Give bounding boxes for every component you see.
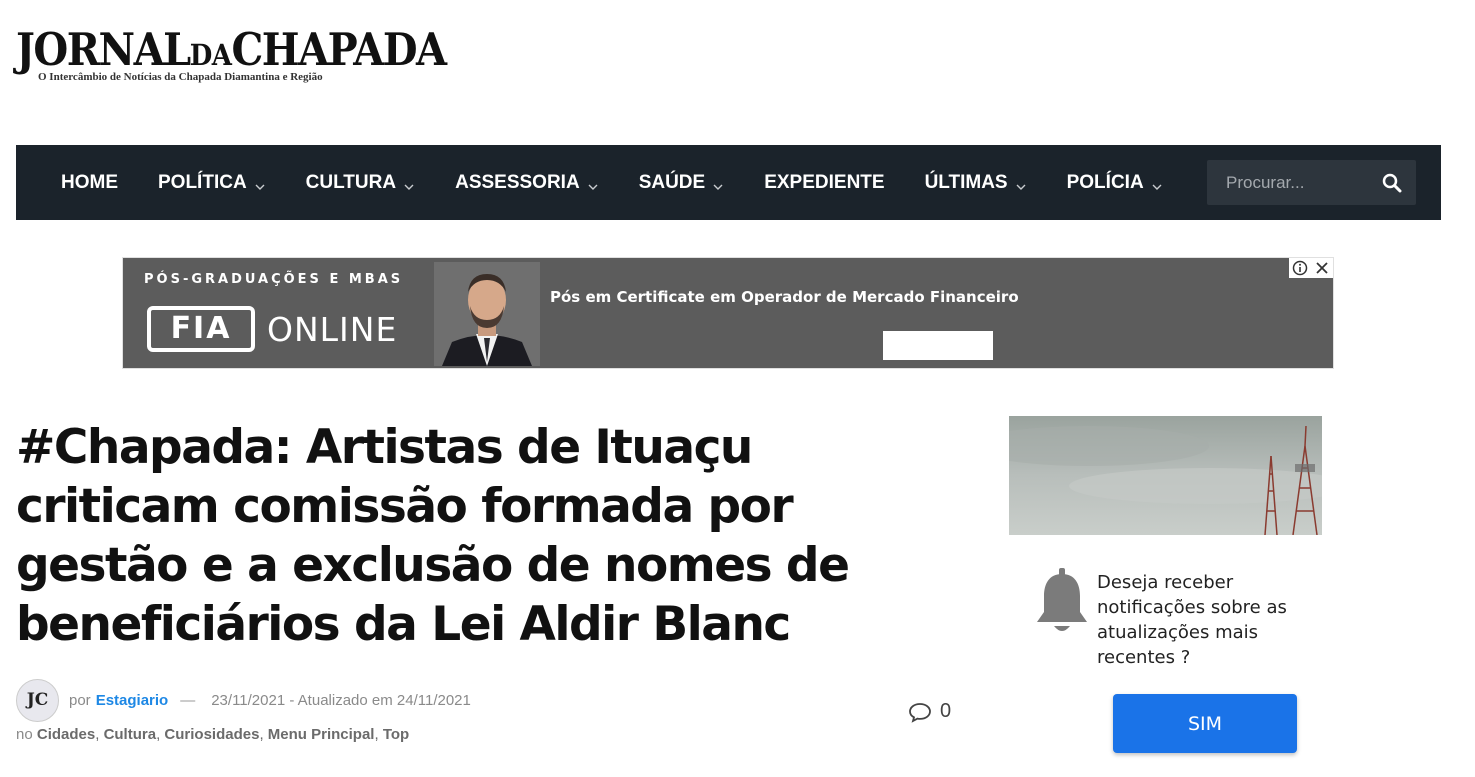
chevron-down-icon <box>1151 177 1163 190</box>
info-icon[interactable] <box>1289 258 1311 278</box>
nav-item-home[interactable]: HOME <box>61 172 118 194</box>
search-box <box>1207 160 1416 205</box>
nav-item-expediente[interactable]: EXPEDIENTE <box>764 172 884 194</box>
ad-brand-box: FIA <box>147 306 255 352</box>
category-link[interactable]: Curiosidades <box>164 726 259 743</box>
nav-item-label: EXPEDIENTE <box>764 171 885 193</box>
nav-item-label: POLÍTICA <box>158 171 247 193</box>
ad-brand-logo: FIA ONLINE <box>147 306 397 352</box>
by-label: por <box>69 691 91 709</box>
category-link[interactable]: Top <box>383 726 409 743</box>
author-avatar[interactable]: JC <box>16 678 59 722</box>
ad-cta-button[interactable] <box>883 331 993 360</box>
search-icon[interactable] <box>1382 173 1402 193</box>
logo-word-da: DA <box>189 39 232 74</box>
nav-menu: HOME POLÍTICA CULTURA ASSESSORIA SAÚDE EXPEDI… <box>61 145 1203 220</box>
ad-brand-online: ONLINE <box>267 309 398 349</box>
comments-count[interactable]: 0 <box>908 700 951 723</box>
nav-item-label: ASSESSORIA <box>455 171 580 193</box>
comment-count: 0 <box>940 700 952 722</box>
ad-top-text: PÓS-GRADUAÇÕES E MBAS <box>144 272 404 287</box>
nav-item-policia[interactable]: POLÍCIA <box>1067 172 1163 194</box>
chevron-down-icon <box>587 177 599 190</box>
nav-item-label: ÚLTIMAS <box>924 171 1008 193</box>
nav-item-label: SAÚDE <box>638 171 706 193</box>
category-link[interactable]: Cultura <box>104 726 157 743</box>
site-logo[interactable]: JORNALDACHAPADA O Intercâmbio de Notícia… <box>16 23 447 88</box>
close-icon[interactable] <box>1311 258 1333 278</box>
nav-item-label: HOME <box>61 171 118 193</box>
chevron-down-icon <box>712 177 724 190</box>
logo-word-jornal: JORNAL <box>16 23 191 77</box>
chevron-down-icon <box>254 177 266 190</box>
nav-item-saude[interactable]: SAÚDE <box>639 172 725 194</box>
search-input[interactable] <box>1207 160 1372 205</box>
bell-icon <box>1033 568 1091 636</box>
ad-headline[interactable]: Pós em Certificate em Operador de Mercad… <box>550 288 1019 306</box>
nav-item-ultimas[interactable]: ÚLTIMAS <box>925 172 1027 194</box>
sidebar-image[interactable] <box>1009 416 1322 535</box>
ad-person-photo <box>434 262 540 366</box>
article-categories: no Cidades, Cultura, Curiosidades, Menu … <box>16 726 410 743</box>
ad-controls <box>1289 258 1333 278</box>
main-navigation: HOME POLÍTICA CULTURA ASSESSORIA SAÚDE EXPEDI… <box>16 145 1441 220</box>
nav-item-label: POLÍCIA <box>1066 171 1144 193</box>
article-date: 23/11/2021 - Atualizado em 24/11/2021 <box>211 691 471 709</box>
notification-yes-button[interactable]: SIM <box>1113 694 1297 753</box>
logo-tagline: O Intercâmbio de Notícias da Chapada Dia… <box>38 71 323 83</box>
comment-icon <box>909 702 931 723</box>
article-title: #Chapada: Artistas de Ituaçu criticam co… <box>16 420 850 652</box>
author-link[interactable]: Estagiario <box>96 692 169 709</box>
chevron-down-icon <box>1015 177 1027 190</box>
category-link[interactable]: Cidades <box>37 726 95 743</box>
nav-item-label: CULTURA <box>305 171 397 193</box>
article-meta: JC por Estagiario — 23/11/2021 - Atualiz… <box>16 678 471 722</box>
categories-prefix: no <box>16 726 33 743</box>
notification-prompt: Deseja receber notificações sobre as atu… <box>1097 572 1287 668</box>
advertisement-banner[interactable]: PÓS-GRADUAÇÕES E MBAS FIA ONLINE Pós em … <box>122 257 1334 369</box>
category-link[interactable]: Menu Principal <box>268 726 375 743</box>
chevron-down-icon <box>403 177 415 190</box>
nav-item-politica[interactable]: POLÍTICA <box>158 172 266 194</box>
meta-separator: — <box>180 691 196 709</box>
nav-item-cultura[interactable]: CULTURA <box>306 172 415 194</box>
nav-item-assessoria[interactable]: ASSESSORIA <box>455 172 599 194</box>
logo-word-chapada: CHAPADA <box>231 23 447 77</box>
